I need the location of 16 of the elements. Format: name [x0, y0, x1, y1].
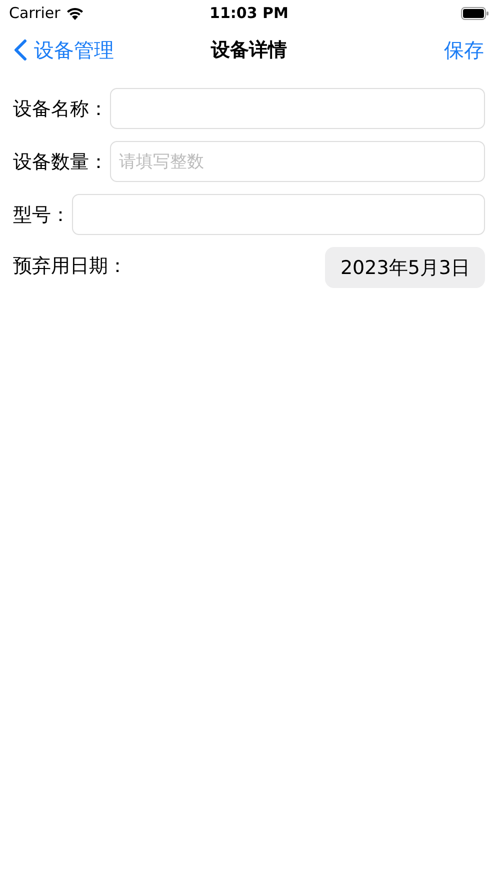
date-picker-button[interactable]: 2023年5月3日 [325, 247, 485, 288]
input-field[interactable] [110, 88, 485, 129]
back-button[interactable]: 设备管理 [14, 36, 144, 64]
field-label: 设备数量： [13, 150, 108, 174]
carrier-label: Carrier [9, 4, 60, 22]
field-label: 设备名称： [13, 96, 108, 122]
save-button[interactable]: 保存 [354, 36, 484, 64]
field-label: 预弃用日期： [13, 254, 127, 279]
page-title: 设备详情 [211, 38, 287, 63]
battery-icon [460, 6, 489, 20]
clock-time: 11:03 PM [210, 4, 288, 22]
wifi-icon [66, 6, 84, 20]
field-label: 型号： [13, 202, 70, 228]
input-field[interactable] [72, 194, 485, 235]
chevron-left-icon [14, 39, 27, 61]
input-field[interactable]: 请填写整数 [110, 141, 485, 182]
